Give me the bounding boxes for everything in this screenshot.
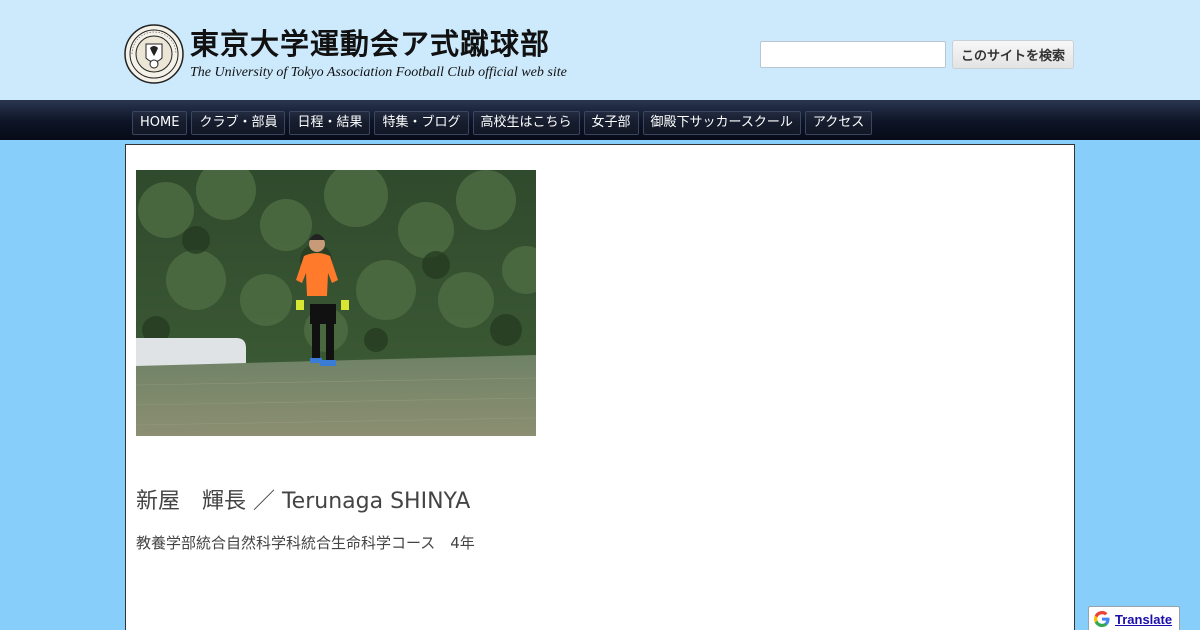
nav-item-club-members[interactable]: クラブ・部員 [191, 111, 286, 135]
site-subtitle: The University of Tokyo Association Foot… [190, 65, 567, 80]
translate-button[interactable]: Translate [1088, 606, 1180, 630]
nav-item-womens[interactable]: 女子部 [583, 111, 639, 135]
site-title: 東京大学運動会ア式蹴球部 [190, 27, 551, 61]
google-g-icon [1094, 611, 1110, 627]
site-logo[interactable]: 東京大学運動会ア式蹴球部 The University of Tokyo Ass… [124, 22, 574, 86]
site-header: 東京大学運動会ア式蹴球部 The University of Tokyo Ass… [0, 0, 1200, 100]
club-crest-icon [124, 24, 184, 84]
nav-item-high-school[interactable]: 高校生はこちら [472, 111, 580, 135]
nav-item-features-blog[interactable]: 特集・ブログ [374, 111, 469, 135]
main-nav: HOME クラブ・部員 日程・結果 特集・ブログ 高校生はこちら 女子部 御殿下… [0, 100, 1200, 140]
nav-item-soccer-school[interactable]: 御殿下サッカースクール [642, 111, 801, 135]
main-content: 新屋 輝長 ／ Terunaga SHINYA 教養学部統合自然科学科統合生命科… [125, 144, 1075, 630]
player-department: 教養学部統合自然科学科統合生命科学コース 4年 [136, 534, 475, 552]
search-input[interactable] [760, 41, 946, 68]
player-name: 新屋 輝長 ／ Terunaga SHINYA [136, 489, 471, 514]
search-button[interactable]: このサイトを検索 [952, 40, 1074, 69]
player-photo [136, 170, 536, 436]
nav-item-access[interactable]: アクセス [804, 111, 873, 135]
nav-item-schedule-results[interactable]: 日程・結果 [289, 111, 371, 135]
translate-label: Translate [1115, 611, 1173, 627]
nav-item-home[interactable]: HOME [132, 111, 188, 135]
